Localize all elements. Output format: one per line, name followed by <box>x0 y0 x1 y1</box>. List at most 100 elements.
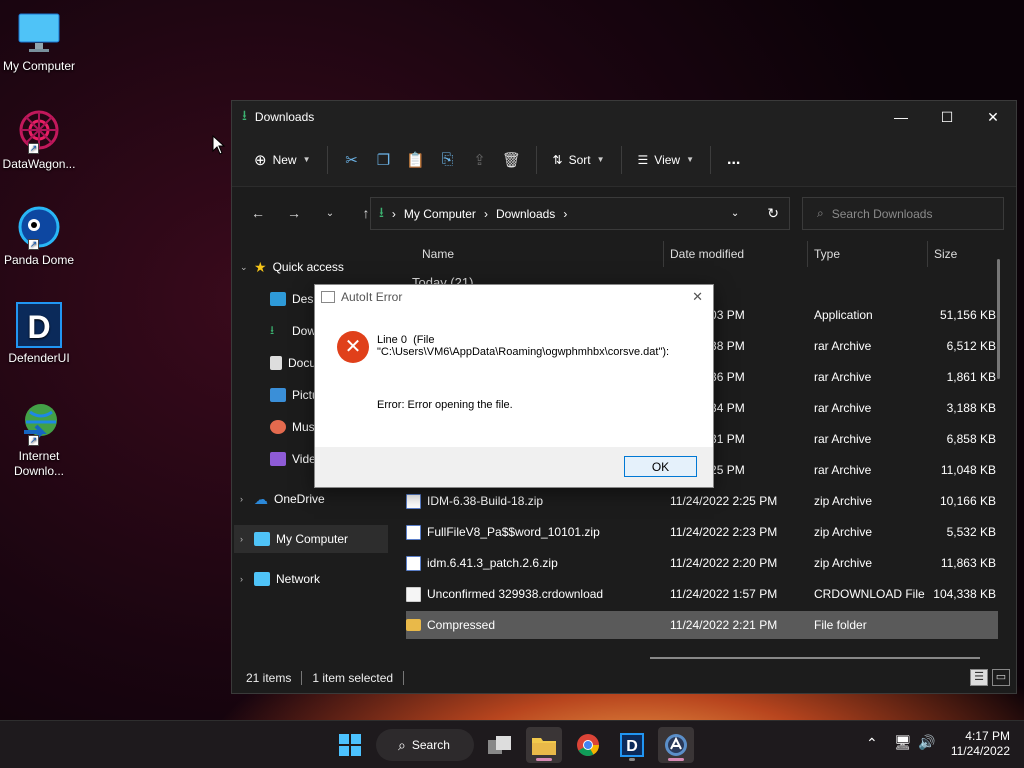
search-box[interactable]: ⌕ Search Downloads <box>802 197 1004 230</box>
column-divider[interactable] <box>807 241 808 267</box>
close-button[interactable]: ✕ <box>970 101 1016 133</box>
task-view-button[interactable] <box>482 727 518 763</box>
windows-logo-icon <box>339 734 361 756</box>
desktop-icon-my-computer[interactable]: My Computer <box>0 10 78 74</box>
copy-button[interactable]: ❐ <box>368 144 400 176</box>
file-type: rar Archive <box>814 463 872 477</box>
file-explorer-taskbar-button[interactable] <box>526 727 562 763</box>
desktop-icon-datawagon[interactable]: ↗ DataWagon... <box>0 108 78 172</box>
rename-button[interactable]: ⎘ <box>432 144 464 176</box>
chrome-icon <box>577 734 599 756</box>
forward-button[interactable]: → <box>278 198 310 228</box>
nav-pictures[interactable]: Pictu <box>270 381 319 409</box>
file-row[interactable]: IDM-6.38-Build-18.zip 11/24/2022 2:25 PM z… <box>406 487 998 515</box>
nav-documents[interactable]: Docu <box>270 349 316 377</box>
horizontal-scrollbar[interactable] <box>650 657 980 659</box>
file-size: 6,512 KB <box>946 339 996 353</box>
column-divider[interactable] <box>927 241 928 267</box>
back-button[interactable]: ← <box>242 198 274 228</box>
column-header-type[interactable]: Type <box>814 241 840 267</box>
volume-icon[interactable]: 🔊 <box>918 734 935 751</box>
minimize-button[interactable]: — <box>878 101 924 133</box>
system-clock[interactable]: 4:17 PM 11/24/2022 <box>951 729 1010 759</box>
active-indicator <box>536 758 552 761</box>
new-button[interactable]: ⊕ New ▼ <box>246 144 319 176</box>
autoit-taskbar-button[interactable] <box>658 727 694 763</box>
network-status-icon[interactable]: 🖥 <box>894 734 912 751</box>
chevron-down-icon: ▼ <box>686 155 694 164</box>
nav-my-computer[interactable]: › My Computer <box>234 525 388 553</box>
file-row[interactable]: FullFileV8_Pa$$word_10101.zip 11/24/2022 … <box>406 518 998 546</box>
chevron-right-icon: › <box>240 534 243 544</box>
file-type: Application <box>814 308 873 322</box>
refresh-icon[interactable]: ↻ <box>767 205 779 222</box>
share-button[interactable]: ⇪ <box>464 144 496 176</box>
view-button[interactable]: ☰ View ▼ <box>630 144 702 176</box>
ok-button[interactable]: OK <box>624 456 697 477</box>
dialog-titlebar[interactable]: AutoIt Error ✕ <box>315 285 713 309</box>
status-bar: 21 items 1 item selected ☰ ▭ <box>232 663 1016 693</box>
desktop-icon-defenderui[interactable]: D DefenderUI <box>0 302 78 366</box>
nav-music[interactable]: Mus <box>270 413 315 441</box>
more-options-button[interactable]: ... <box>719 144 748 176</box>
start-button[interactable] <box>332 727 368 763</box>
computer-icon <box>254 532 270 546</box>
file-size: 11,048 KB <box>940 463 996 477</box>
desktop-icon-panda-dome[interactable]: ↗ Panda Dome <box>0 204 78 268</box>
window-titlebar[interactable]: ⭳ Downloads — ☐ ✕ <box>232 101 1016 133</box>
nav-quick-access[interactable]: ⌄ ★ Quick access <box>240 253 344 281</box>
show-hidden-icons-button[interactable]: ⌃ <box>866 735 878 752</box>
file-row[interactable]: idm.6.41.3_patch.2.6.zip 11/24/2022 2:20 … <box>406 549 998 577</box>
file-name: Unconfirmed 329938.crdownload <box>427 587 604 601</box>
nav-downloads[interactable]: ⭳ Dow <box>270 317 316 345</box>
nav-desktop[interactable]: Desk <box>270 285 319 313</box>
address-bar[interactable]: ⭳ › My Computer › Downloads › ⌄ ↻ <box>370 197 790 230</box>
address-dropdown-icon[interactable]: ⌄ <box>731 208 739 219</box>
dialog-close-button[interactable]: ✕ <box>692 289 703 305</box>
nav-videos[interactable]: Vide <box>270 445 316 473</box>
search-input[interactable]: Search Downloads <box>832 207 933 221</box>
file-type: rar Archive <box>814 370 872 384</box>
details-view-button[interactable]: ☰ <box>970 669 988 686</box>
tiles-view-button[interactable]: ▭ <box>992 669 1010 686</box>
column-header-size[interactable]: Size <box>934 241 957 267</box>
dialog-footer: OK <box>315 447 713 487</box>
file-row[interactable]: Compressed 11/24/2022 2:21 PM File folder <box>406 611 998 639</box>
file-date: 11/24/2022 2:23 PM <box>670 525 778 539</box>
chevron-right-icon: › <box>240 574 243 584</box>
dialog-title: AutoIt Error <box>341 290 403 304</box>
file-size: 10,166 KB <box>939 494 996 508</box>
column-divider[interactable] <box>663 241 664 267</box>
shortcut-arrow-icon: ↗ <box>28 435 39 446</box>
nav-network[interactable]: › Network <box>240 565 320 593</box>
maximize-button[interactable]: ☐ <box>924 101 970 133</box>
file-size: 3,188 KB <box>946 401 996 415</box>
column-header-name[interactable]: Name <box>422 241 454 267</box>
search-icon: ⌕ <box>398 736 406 753</box>
breadcrumb-downloads[interactable]: Downloads <box>496 207 555 221</box>
file-name: FullFileV8_Pa$$word_10101.zip <box>427 525 600 539</box>
paste-button[interactable]: 📋 <box>400 144 432 176</box>
network-icon <box>254 572 270 586</box>
nav-onedrive[interactable]: › ☁ OneDrive <box>240 485 325 513</box>
file-row[interactable]: Unconfirmed 329938.crdownload 11/24/2022 … <box>406 580 998 608</box>
cut-button[interactable]: ✂ <box>336 144 368 176</box>
taskbar-search[interactable]: ⌕ Search <box>376 729 474 761</box>
chrome-taskbar-button[interactable] <box>570 727 606 763</box>
pictures-icon <box>270 388 286 402</box>
zip-file-icon <box>406 524 421 540</box>
selection-count: 1 item selected <box>312 671 394 685</box>
column-header-date[interactable]: Date modified <box>670 241 744 267</box>
recent-locations-button[interactable]: ⌄ <box>314 198 346 228</box>
svg-text:D: D <box>626 738 638 755</box>
file-icon <box>406 586 421 602</box>
defenderui-taskbar-button[interactable]: D <box>614 727 650 763</box>
defenderui-icon: D <box>16 302 62 348</box>
desktop-icon-internet-download[interactable]: ↗ Internet Downlo... <box>0 400 78 479</box>
file-name: idm.6.41.3_patch.2.6.zip <box>427 556 558 570</box>
desktop-icon-label: DataWagon... <box>2 157 76 171</box>
delete-button[interactable]: 🗑 <box>496 144 528 176</box>
sort-button[interactable]: ⇅ Sort ▼ <box>545 144 613 176</box>
breadcrumb-my-computer[interactable]: My Computer <box>404 207 476 221</box>
breadcrumb-separator-icon: › <box>563 206 568 221</box>
